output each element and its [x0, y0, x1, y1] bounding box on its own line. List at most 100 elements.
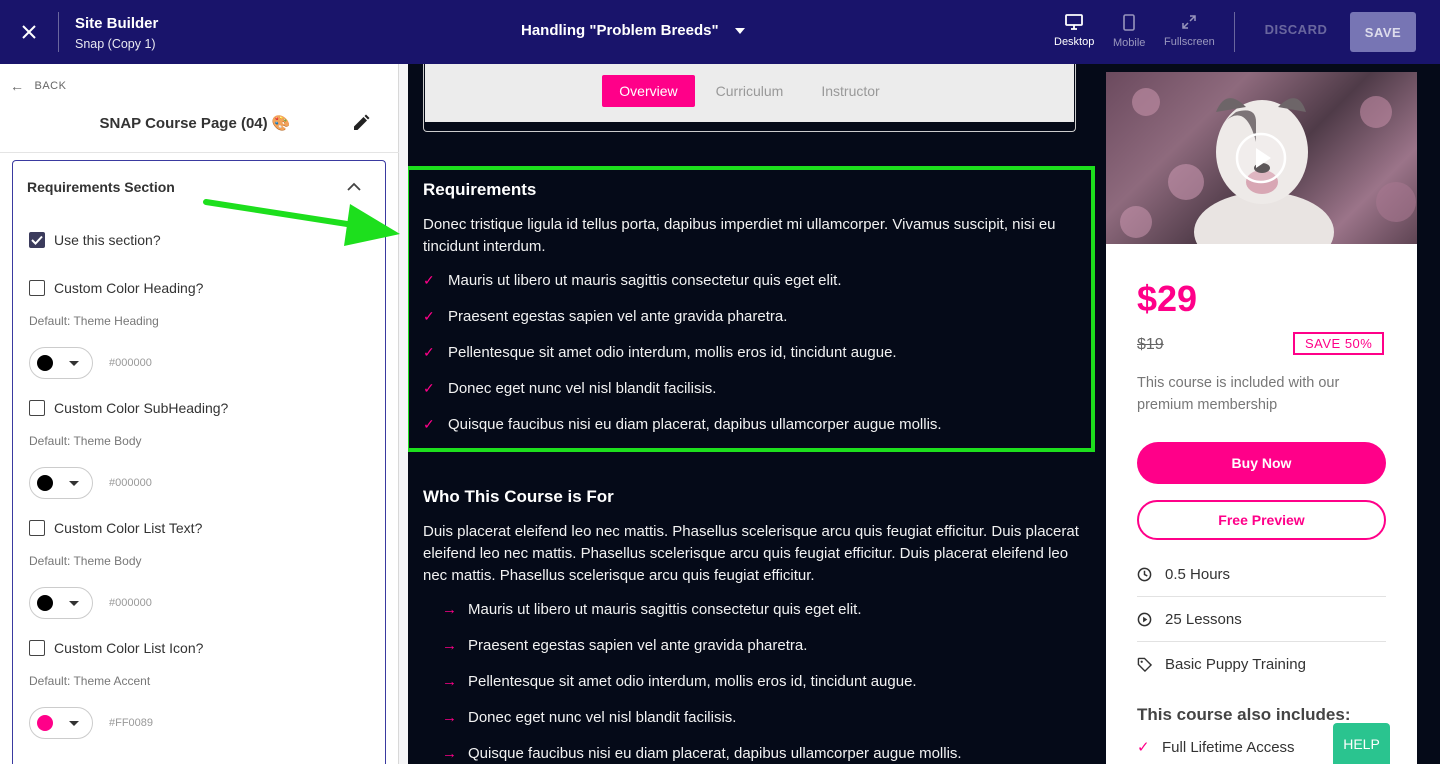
- check-icon: ✓: [423, 272, 435, 288]
- play-icon: [1235, 132, 1287, 184]
- arrow-right-icon: →: [442, 745, 457, 762]
- desktop-icon: [1065, 14, 1084, 30]
- pencil-icon: [354, 114, 370, 130]
- top-bar: Site Builder Snap (Copy 1) Handling "Pro…: [0, 0, 1440, 64]
- caret-down-icon: [69, 600, 79, 606]
- mobile-view-label: Mobile: [1113, 37, 1146, 49]
- list-item-text: Quisque faucibus nisi eu diam placerat, …: [448, 416, 942, 433]
- back-label: BACK: [34, 80, 67, 92]
- list-item-text: Praesent egestas sapien vel ante gravida…: [468, 637, 808, 654]
- feature-text: 0.5 Hours: [1165, 565, 1231, 583]
- list-item-text: Mauris ut libero ut mauris sagittis cons…: [468, 601, 862, 618]
- caret-down-icon: [734, 27, 745, 34]
- hex-value: #000000: [109, 597, 152, 609]
- list-item-text: Quisque faucibus nisi eu diam placerat, …: [468, 745, 962, 762]
- section-title: Requirements Section: [27, 179, 175, 195]
- save-badge: SAVE 50%: [1293, 332, 1385, 355]
- check-icon: ✓: [423, 380, 435, 396]
- course-video-thumbnail[interactable]: [1106, 72, 1417, 244]
- original-price: $19: [1137, 336, 1164, 353]
- free-preview-button[interactable]: Free Preview: [1137, 500, 1386, 540]
- back-button[interactable]: ← BACK: [10, 78, 66, 94]
- list-item: ✓ Pellentesque sit amet odio interdum, mo…: [423, 344, 897, 361]
- discard-button[interactable]: DISCARD: [1256, 22, 1336, 37]
- color-picker-heading[interactable]: [29, 347, 93, 379]
- hex-value: #000000: [109, 357, 152, 369]
- arrow-right-icon: →: [442, 601, 457, 618]
- custom-color-subheading-row[interactable]: Custom Color SubHeading?: [29, 400, 228, 416]
- who-for-heading: Who This Course is For: [423, 487, 614, 506]
- help-button[interactable]: HELP: [1333, 723, 1390, 764]
- collapse-section-button[interactable]: [347, 179, 363, 195]
- caret-down-icon: [69, 360, 79, 366]
- list-item: ✓ Quisque faucibus nisi eu diam placerat,…: [423, 416, 942, 433]
- use-section-checkbox-row[interactable]: Use this section?: [29, 232, 161, 248]
- custom-color-list-text-row[interactable]: Custom Color List Text?: [29, 520, 202, 536]
- fullscreen-icon: [1182, 15, 1197, 29]
- caret-down-icon: [69, 480, 79, 486]
- chevron-up-icon: [347, 182, 361, 191]
- edit-page-button[interactable]: [352, 114, 372, 134]
- custom-color-heading-label: Custom Color Heading?: [54, 280, 204, 296]
- site-name: Snap (Copy 1): [75, 36, 156, 51]
- custom-color-heading-row[interactable]: Custom Color Heading?: [29, 280, 203, 296]
- mobile-view-button[interactable]: Mobile: [1113, 14, 1145, 49]
- hex-value: #000000: [109, 477, 152, 489]
- color-picker-list-text[interactable]: [29, 587, 93, 619]
- list-item-text: Pellentesque sit amet odio interdum, mol…: [468, 673, 917, 690]
- custom-color-list-icon-checkbox[interactable]: [29, 640, 45, 656]
- color-swatch: [37, 475, 53, 491]
- list-item: → Praesent egestas sapien vel ante gravid…: [442, 637, 807, 654]
- list-item-text: Donec eget nunc vel nisl blandit facilis…: [448, 380, 717, 397]
- color-swatch: [37, 595, 53, 611]
- list-item: → Donec eget nunc vel nisl blandit facili…: [442, 709, 736, 726]
- page-name-title: SNAP Course Page (04) 🎨: [99, 115, 291, 132]
- close-button[interactable]: [0, 0, 58, 64]
- check-icon: ✓: [423, 416, 435, 432]
- list-item-text: Mauris ut libero ut mauris sagittis cons…: [448, 272, 842, 289]
- also-includes-item: ✓ Full Lifetime Access: [1137, 738, 1295, 757]
- default-label: Default: Theme Accent: [29, 674, 151, 688]
- use-section-checkbox[interactable]: [29, 232, 45, 248]
- course-price: $29: [1137, 278, 1198, 319]
- custom-color-list-icon-label: Custom Color List Icon?: [54, 640, 204, 656]
- list-item: ✓ Mauris ut libero ut mauris sagittis con…: [423, 272, 842, 289]
- course-purchase-card: $29 $19 SAVE 50% This course is included…: [1106, 72, 1417, 764]
- feature-lessons: 25 Lessons: [1137, 597, 1386, 642]
- custom-color-subheading-label: Custom Color SubHeading?: [54, 400, 229, 416]
- custom-color-subheading-checkbox[interactable]: [29, 400, 45, 416]
- arrow-left-icon: ←: [10, 78, 25, 94]
- clock-icon: [1137, 567, 1152, 581]
- tab-instructor[interactable]: Instructor: [804, 75, 896, 107]
- fullscreen-view-button[interactable]: Fullscreen: [1164, 14, 1215, 48]
- topbar-divider-right: [1234, 12, 1235, 52]
- list-item: ✓ Praesent egestas sapien vel ante gravid…: [423, 308, 787, 325]
- settings-panel: ← BACK SNAP Course Page (04) 🎨 Requireme…: [0, 64, 399, 764]
- tab-curriculum[interactable]: Curriculum: [699, 75, 801, 107]
- page-preview: Overview Curriculum Instructor Requireme…: [408, 64, 1440, 764]
- requirements-body: Donec tristique ligula id tellus porta, …: [423, 216, 1056, 255]
- caret-down-icon: [69, 720, 79, 726]
- color-swatch: [37, 715, 53, 731]
- tab-overview[interactable]: Overview: [602, 75, 695, 107]
- page-selector-dropdown[interactable]: Handling "Problem Breeds": [521, 22, 745, 39]
- color-picker-list-icon[interactable]: [29, 707, 93, 739]
- arrow-right-icon: →: [442, 637, 457, 654]
- desktop-view-label: Desktop: [1054, 36, 1095, 48]
- panel-divider: [0, 152, 399, 153]
- custom-color-heading-checkbox[interactable]: [29, 280, 45, 296]
- color-picker-subheading[interactable]: [29, 467, 93, 499]
- hex-value: #FF0089: [109, 717, 154, 729]
- custom-color-list-text-checkbox[interactable]: [29, 520, 45, 536]
- requirements-heading: Requirements: [423, 180, 537, 199]
- page-selector-label: Handling "Problem Breeds": [521, 22, 719, 39]
- app-name: Site Builder: [75, 14, 159, 32]
- color-swatch: [37, 355, 53, 371]
- feature-duration: 0.5 Hours: [1137, 552, 1386, 597]
- buy-now-button[interactable]: Buy Now: [1137, 442, 1386, 484]
- course-tabs-box: Overview Curriculum Instructor: [423, 64, 1076, 132]
- custom-color-list-icon-row[interactable]: Custom Color List Icon?: [29, 640, 203, 656]
- default-label: Default: Theme Body: [29, 554, 142, 568]
- desktop-view-button[interactable]: Desktop: [1054, 14, 1094, 48]
- save-button[interactable]: SAVE: [1350, 12, 1416, 52]
